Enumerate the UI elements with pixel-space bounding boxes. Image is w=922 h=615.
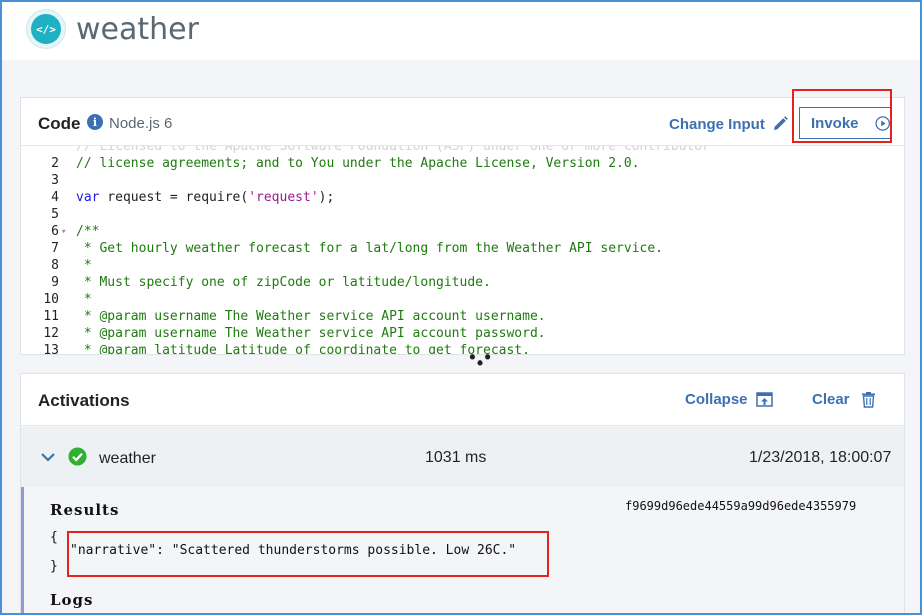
code-text: * Must specify one of zipCode or latitud…: [76, 275, 491, 290]
code-line: 12 * @param username The Weather service…: [21, 325, 904, 342]
trash-icon: [861, 392, 875, 408]
code-token: );: [318, 190, 335, 205]
code-panel-title: Code: [38, 114, 81, 133]
json-open-brace: {: [50, 530, 58, 545]
clear-button[interactable]: Clear: [812, 391, 877, 408]
activation-name: weather: [99, 450, 156, 467]
collapse-button[interactable]: Collapse: [685, 391, 773, 408]
success-check-icon: [68, 447, 87, 466]
line-number: 2: [51, 156, 59, 171]
activations-panel: Activations Collapse Clear weather 1031 …: [20, 373, 905, 615]
line-number: 9: [51, 275, 59, 290]
code-text: /**: [76, 224, 100, 239]
code-token: var: [76, 190, 100, 205]
code-text: var request = require('request');: [73, 190, 334, 205]
code-line: 11 * @param username The Weather service…: [21, 308, 904, 325]
line-number: 12: [43, 326, 59, 341]
code-text: * @param latitude Latitude of coordinate…: [76, 343, 530, 354]
code-token: 'request': [248, 190, 319, 205]
code-text: // license agreements; and to You under …: [76, 156, 640, 171]
code-line: 9 * Must specify one of zipCode or latit…: [21, 274, 904, 291]
collapse-icon: [755, 392, 773, 407]
code-text: * @param username The Weather service AP…: [76, 309, 546, 324]
activations-header: Activations Collapse Clear: [21, 374, 904, 426]
activation-timestamp: 1/23/2018, 18:00:07: [749, 449, 892, 466]
code-text: * Get hourly weather forecast for a lat/…: [76, 241, 663, 256]
results-heading: Results: [50, 501, 120, 519]
code-line: 6 ▾/**: [21, 223, 904, 240]
app-header: </> weather: [2, 2, 920, 60]
logs-heading: Logs: [50, 591, 94, 609]
code-token: request = require(: [99, 190, 249, 205]
line-number: 10: [43, 292, 59, 307]
activation-row[interactable]: weather 1031 ms 1/23/2018, 18:00:07: [21, 427, 904, 487]
code-line: 3: [21, 172, 904, 189]
runtime-label: Node.js 6: [109, 115, 173, 132]
code-line: 2 // license agreements; and to You under…: [21, 155, 904, 172]
change-input-button[interactable]: Change Input: [669, 115, 789, 133]
code-line: 13 * @param latitude Latitude of coordin…: [21, 342, 904, 354]
code-text: *: [76, 292, 92, 307]
action-title: weather: [76, 12, 199, 47]
code-editor[interactable]: // Licensed to the Apache Software Found…: [21, 146, 904, 354]
result-highlight-box: [67, 531, 549, 577]
code-panel: Code i Node.js 6 Change Input Invoke // …: [20, 97, 905, 355]
panel-resize-handle[interactable]: • • •: [463, 348, 499, 372]
invoke-highlight-box: [792, 89, 892, 143]
pencil-icon: [773, 116, 788, 130]
activation-id[interactable]: f9699d96ede44559a99d96ede4355979: [625, 499, 856, 513]
code-text: *: [76, 258, 92, 273]
code-text: // Licensed to the Apache Software Found…: [76, 146, 710, 154]
line-number: 8: [51, 258, 59, 273]
code-brackets-icon: </>: [31, 14, 61, 44]
json-close-brace: }: [50, 559, 58, 574]
code-panel-header: Code i Node.js 6 Change Input Invoke: [21, 98, 904, 146]
code-line: // Licensed to the Apache Software Found…: [21, 146, 904, 155]
fold-arrow-icon[interactable]: ▾: [59, 227, 73, 237]
line-number: 13: [43, 343, 59, 354]
line-number: 5: [51, 207, 59, 222]
chevron-down-icon[interactable]: [40, 449, 56, 465]
code-line: 7 * Get hourly weather forecast for a la…: [21, 240, 904, 257]
activation-duration: 1031 ms: [425, 449, 487, 466]
code-line: 5: [21, 206, 904, 223]
code-line: 10 *: [21, 291, 904, 308]
line-number: 11: [43, 309, 59, 324]
line-number: 7: [51, 241, 59, 256]
info-icon[interactable]: i: [87, 114, 103, 130]
clear-label: Clear: [812, 391, 850, 408]
action-logo-icon: </>: [26, 9, 66, 49]
line-number: 3: [51, 173, 59, 188]
activations-title: Activations: [38, 391, 130, 410]
code-line: 4 var request = require('request');: [21, 189, 904, 206]
code-text: * @param username The Weather service AP…: [76, 326, 546, 341]
code-line: 8 *: [21, 257, 904, 274]
change-input-label: Change Input: [669, 115, 765, 133]
line-number: 4: [51, 190, 59, 205]
collapse-label: Collapse: [685, 391, 748, 408]
line-number: 6: [51, 224, 59, 239]
